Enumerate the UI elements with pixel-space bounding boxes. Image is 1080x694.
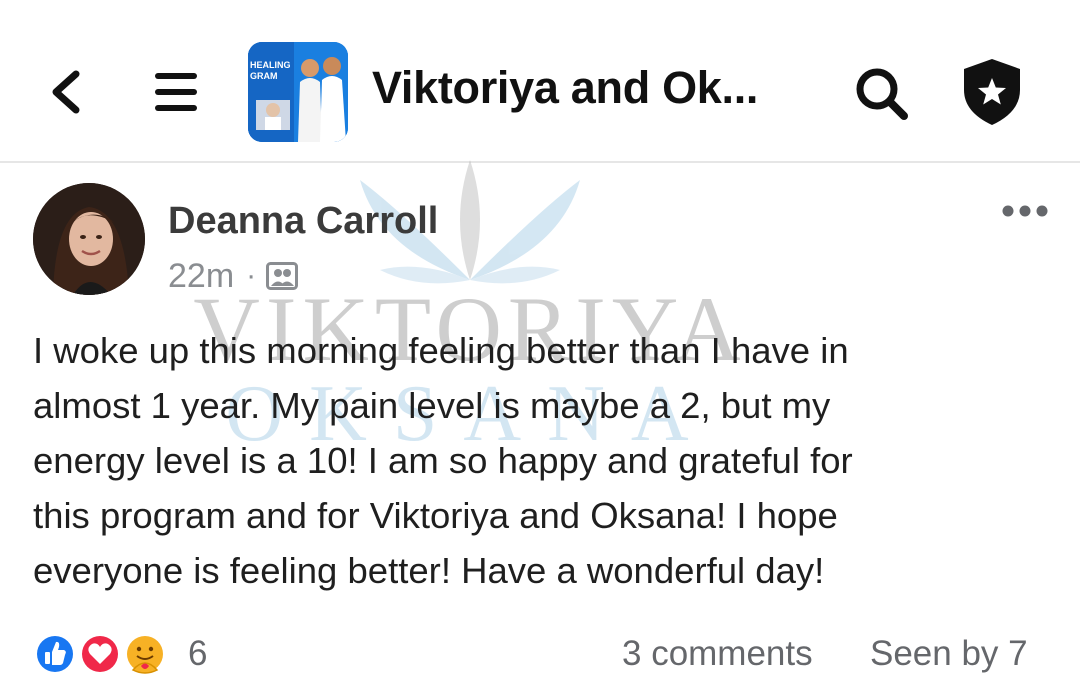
seen-by-link[interactable]: Seen by 7 [870,634,1028,674]
reactions-summary[interactable] [33,630,173,678]
author-avatar[interactable] [33,183,145,295]
search-button[interactable] [852,64,912,124]
thumbnail-text-2: GRAM [250,71,278,81]
thumbnail-text-1: HEALING [250,60,291,70]
post-meta: 22m · [168,256,299,296]
menu-button[interactable] [152,68,200,116]
meta-separator: · [246,259,257,292]
top-bar: HEALING GRAM Viktoriya and Ok... [0,0,1080,163]
back-button[interactable] [44,66,90,118]
group-title[interactable]: Viktoriya and Ok... [372,62,758,114]
group-thumbnail[interactable]: HEALING GRAM [248,42,348,142]
search-icon [856,68,908,120]
comments-link[interactable]: 3 comments [622,634,813,674]
menu-icon [155,73,197,111]
post-author-name[interactable]: Deanna Carroll [168,200,438,243]
love-reaction-icon [79,633,121,675]
members-icon [266,262,299,290]
back-arrow-icon [52,70,80,114]
like-reaction-icon [34,633,76,675]
admin-tools-button[interactable] [960,56,1024,128]
shield-star-icon [964,59,1020,125]
reaction-icons [34,633,166,675]
avatar-image [33,183,145,295]
post-timestamp[interactable]: 22m [168,257,234,296]
reaction-count[interactable]: 6 [188,634,207,674]
post-body: I woke up this morning feeling better th… [33,330,853,591]
care-reaction-icon [124,633,166,675]
group-cover-image: HEALING GRAM [248,42,348,142]
post-options-button[interactable] [1000,200,1050,222]
more-dots-icon [1002,205,1048,217]
